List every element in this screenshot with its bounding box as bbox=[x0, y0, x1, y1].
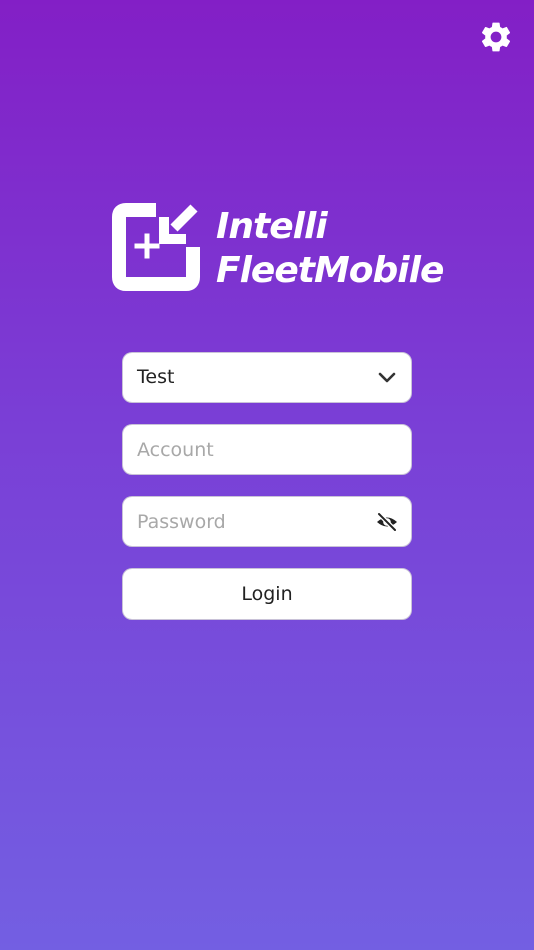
eye-slash-icon[interactable] bbox=[375, 510, 399, 534]
app-logo-icon bbox=[112, 203, 200, 291]
server-select-value: Test bbox=[137, 366, 175, 388]
gear-icon bbox=[481, 22, 511, 52]
server-select[interactable]: Test bbox=[122, 352, 412, 403]
logo-wordmark: Intelli FleetMobile bbox=[216, 205, 444, 293]
password-field-container bbox=[122, 496, 412, 547]
account-input[interactable] bbox=[123, 425, 411, 474]
chevron-down-icon bbox=[378, 372, 396, 383]
app-logo: Intelli FleetMobile bbox=[112, 203, 444, 295]
login-button[interactable]: Login bbox=[122, 568, 412, 620]
logo-line-intelli: Intelli bbox=[216, 206, 328, 247]
password-input[interactable] bbox=[123, 497, 411, 546]
settings-button[interactable] bbox=[478, 19, 514, 55]
logo-line-fleetmobile: FleetMobile bbox=[216, 250, 444, 291]
account-field-container bbox=[122, 424, 412, 475]
